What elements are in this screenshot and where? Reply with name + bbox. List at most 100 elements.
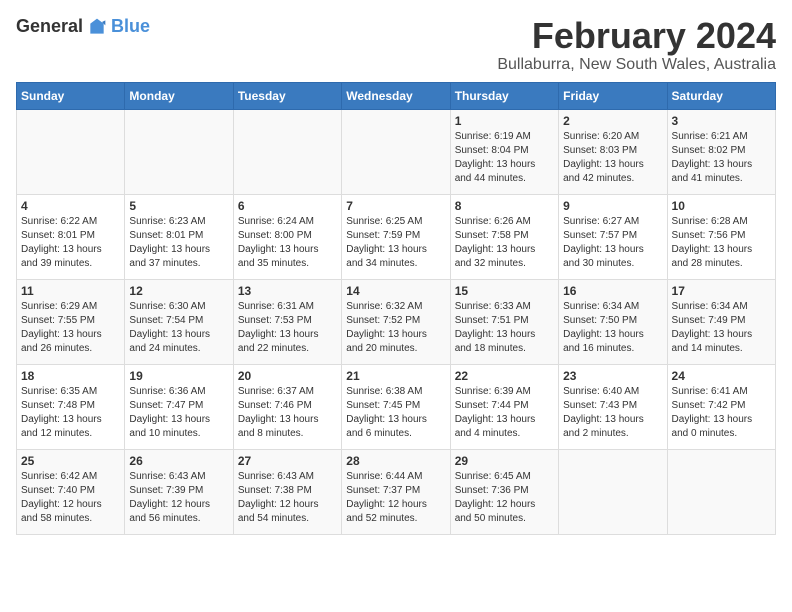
day-info: Sunrise: 6:29 AMSunset: 7:55 PMDaylight:… bbox=[21, 300, 120, 356]
weekday-header-wednesday: Wednesday bbox=[342, 82, 450, 109]
logo-icon bbox=[87, 17, 107, 37]
calendar-cell: 27 Sunrise: 6:43 AMSunset: 7:38 PMDayligh… bbox=[233, 449, 341, 534]
day-number: 4 bbox=[21, 199, 120, 213]
day-info: Sunrise: 6:21 AMSunset: 8:02 PMDaylight:… bbox=[672, 130, 771, 186]
calendar-cell: 7 Sunrise: 6:25 AMSunset: 7:59 PMDaylight… bbox=[342, 194, 450, 279]
day-info: Sunrise: 6:23 AMSunset: 8:01 PMDaylight:… bbox=[129, 215, 228, 271]
calendar-cell: 11 Sunrise: 6:29 AMSunset: 7:55 PMDayligh… bbox=[17, 279, 125, 364]
calendar-cell: 23 Sunrise: 6:40 AMSunset: 7:43 PMDayligh… bbox=[559, 364, 667, 449]
week-row-2: 11 Sunrise: 6:29 AMSunset: 7:55 PMDayligh… bbox=[17, 279, 776, 364]
calendar-cell: 12Sunrise: 6:30 AMSunset: 7:54 PMDayligh… bbox=[125, 279, 233, 364]
day-number: 12 bbox=[129, 284, 228, 298]
title-area: February 2024 Bullaburra, New South Wale… bbox=[497, 16, 776, 74]
calendar-cell: 6 Sunrise: 6:24 AMSunset: 8:00 PMDaylight… bbox=[233, 194, 341, 279]
calendar-cell bbox=[342, 109, 450, 194]
calendar-cell: 8 Sunrise: 6:26 AMSunset: 7:58 PMDaylight… bbox=[450, 194, 558, 279]
day-number: 29 bbox=[455, 454, 554, 468]
week-row-0: 1 Sunrise: 6:19 AMSunset: 8:04 PMDaylight… bbox=[17, 109, 776, 194]
week-row-4: 25Sunrise: 6:42 AMSunset: 7:40 PMDayligh… bbox=[17, 449, 776, 534]
day-info: Sunrise: 6:19 AMSunset: 8:04 PMDaylight:… bbox=[455, 130, 554, 186]
calendar-cell bbox=[125, 109, 233, 194]
day-info: Sunrise: 6:20 AMSunset: 8:03 PMDaylight:… bbox=[563, 130, 662, 186]
calendar-cell bbox=[233, 109, 341, 194]
day-number: 17 bbox=[672, 284, 771, 298]
logo-general: General bbox=[16, 16, 83, 37]
calendar-cell: 5 Sunrise: 6:23 AMSunset: 8:01 PMDaylight… bbox=[125, 194, 233, 279]
day-info: Sunrise: 6:25 AMSunset: 7:59 PMDaylight:… bbox=[346, 215, 445, 271]
calendar-cell: 24Sunrise: 6:41 AMSunset: 7:42 PMDayligh… bbox=[667, 364, 775, 449]
day-number: 21 bbox=[346, 369, 445, 383]
calendar-cell: 17 Sunrise: 6:34 AMSunset: 7:49 PMDayligh… bbox=[667, 279, 775, 364]
day-number: 26 bbox=[129, 454, 228, 468]
week-row-1: 4 Sunrise: 6:22 AMSunset: 8:01 PMDaylight… bbox=[17, 194, 776, 279]
day-number: 13 bbox=[238, 284, 337, 298]
logo: General Blue bbox=[16, 16, 150, 37]
day-info: Sunrise: 6:27 AMSunset: 7:57 PMDaylight:… bbox=[563, 215, 662, 271]
calendar-cell bbox=[667, 449, 775, 534]
day-info: Sunrise: 6:32 AMSunset: 7:52 PMDaylight:… bbox=[346, 300, 445, 356]
calendar-cell: 20 Sunrise: 6:37 AMSunset: 7:46 PMDayligh… bbox=[233, 364, 341, 449]
weekday-header-saturday: Saturday bbox=[667, 82, 775, 109]
calendar-cell bbox=[559, 449, 667, 534]
logo-blue: Blue bbox=[111, 16, 150, 37]
day-info: Sunrise: 6:33 AMSunset: 7:51 PMDaylight:… bbox=[455, 300, 554, 356]
calendar-cell: 13 Sunrise: 6:31 AMSunset: 7:53 PMDayligh… bbox=[233, 279, 341, 364]
day-number: 7 bbox=[346, 199, 445, 213]
day-info: Sunrise: 6:26 AMSunset: 7:58 PMDaylight:… bbox=[455, 215, 554, 271]
main-title: February 2024 bbox=[497, 16, 776, 56]
week-row-3: 18Sunrise: 6:35 AMSunset: 7:48 PMDayligh… bbox=[17, 364, 776, 449]
day-info: Sunrise: 6:39 AMSunset: 7:44 PMDaylight:… bbox=[455, 385, 554, 441]
day-info: Sunrise: 6:22 AMSunset: 8:01 PMDaylight:… bbox=[21, 215, 120, 271]
calendar-cell: 22Sunrise: 6:39 AMSunset: 7:44 PMDayligh… bbox=[450, 364, 558, 449]
calendar-cell: 4 Sunrise: 6:22 AMSunset: 8:01 PMDaylight… bbox=[17, 194, 125, 279]
calendar-cell: 16 Sunrise: 6:34 AMSunset: 7:50 PMDayligh… bbox=[559, 279, 667, 364]
weekday-header-sunday: Sunday bbox=[17, 82, 125, 109]
day-info: Sunrise: 6:40 AMSunset: 7:43 PMDaylight:… bbox=[563, 385, 662, 441]
day-number: 15 bbox=[455, 284, 554, 298]
weekday-header-friday: Friday bbox=[559, 82, 667, 109]
weekday-header-thursday: Thursday bbox=[450, 82, 558, 109]
day-number: 3 bbox=[672, 114, 771, 128]
day-info: Sunrise: 6:37 AMSunset: 7:46 PMDaylight:… bbox=[238, 385, 337, 441]
calendar-cell bbox=[17, 109, 125, 194]
calendar: SundayMondayTuesdayWednesdayThursdayFrid… bbox=[16, 82, 776, 535]
day-number: 10 bbox=[672, 199, 771, 213]
day-info: Sunrise: 6:34 AMSunset: 7:50 PMDaylight:… bbox=[563, 300, 662, 356]
page-header: General Blue February 2024 Bullaburra, N… bbox=[16, 16, 776, 74]
day-number: 1 bbox=[455, 114, 554, 128]
calendar-cell: 10Sunrise: 6:28 AMSunset: 7:56 PMDayligh… bbox=[667, 194, 775, 279]
day-number: 16 bbox=[563, 284, 662, 298]
calendar-cell: 25Sunrise: 6:42 AMSunset: 7:40 PMDayligh… bbox=[17, 449, 125, 534]
day-number: 28 bbox=[346, 454, 445, 468]
calendar-cell: 29Sunrise: 6:45 AMSunset: 7:36 PMDayligh… bbox=[450, 449, 558, 534]
day-number: 11 bbox=[21, 284, 120, 298]
day-info: Sunrise: 6:44 AMSunset: 7:37 PMDaylight:… bbox=[346, 470, 445, 526]
calendar-cell: 18Sunrise: 6:35 AMSunset: 7:48 PMDayligh… bbox=[17, 364, 125, 449]
calendar-cell: 1 Sunrise: 6:19 AMSunset: 8:04 PMDaylight… bbox=[450, 109, 558, 194]
calendar-cell: 2 Sunrise: 6:20 AMSunset: 8:03 PMDaylight… bbox=[559, 109, 667, 194]
day-info: Sunrise: 6:43 AMSunset: 7:38 PMDaylight:… bbox=[238, 470, 337, 526]
day-info: Sunrise: 6:38 AMSunset: 7:45 PMDaylight:… bbox=[346, 385, 445, 441]
weekday-header-row: SundayMondayTuesdayWednesdayThursdayFrid… bbox=[17, 82, 776, 109]
day-number: 8 bbox=[455, 199, 554, 213]
calendar-cell: 26Sunrise: 6:43 AMSunset: 7:39 PMDayligh… bbox=[125, 449, 233, 534]
day-number: 2 bbox=[563, 114, 662, 128]
day-number: 19 bbox=[129, 369, 228, 383]
day-number: 27 bbox=[238, 454, 337, 468]
day-number: 9 bbox=[563, 199, 662, 213]
day-info: Sunrise: 6:34 AMSunset: 7:49 PMDaylight:… bbox=[672, 300, 771, 356]
calendar-cell: 9 Sunrise: 6:27 AMSunset: 7:57 PMDaylight… bbox=[559, 194, 667, 279]
day-info: Sunrise: 6:41 AMSunset: 7:42 PMDaylight:… bbox=[672, 385, 771, 441]
day-info: Sunrise: 6:24 AMSunset: 8:00 PMDaylight:… bbox=[238, 215, 337, 271]
day-number: 23 bbox=[563, 369, 662, 383]
day-number: 20 bbox=[238, 369, 337, 383]
calendar-cell: 28 Sunrise: 6:44 AMSunset: 7:37 PMDayligh… bbox=[342, 449, 450, 534]
day-number: 25 bbox=[21, 454, 120, 468]
calendar-cell: 14Sunrise: 6:32 AMSunset: 7:52 PMDayligh… bbox=[342, 279, 450, 364]
day-info: Sunrise: 6:31 AMSunset: 7:53 PMDaylight:… bbox=[238, 300, 337, 356]
day-number: 5 bbox=[129, 199, 228, 213]
day-number: 6 bbox=[238, 199, 337, 213]
weekday-header-monday: Monday bbox=[125, 82, 233, 109]
subtitle: Bullaburra, New South Wales, Australia bbox=[497, 56, 776, 74]
calendar-cell: 21 Sunrise: 6:38 AMSunset: 7:45 PMDayligh… bbox=[342, 364, 450, 449]
